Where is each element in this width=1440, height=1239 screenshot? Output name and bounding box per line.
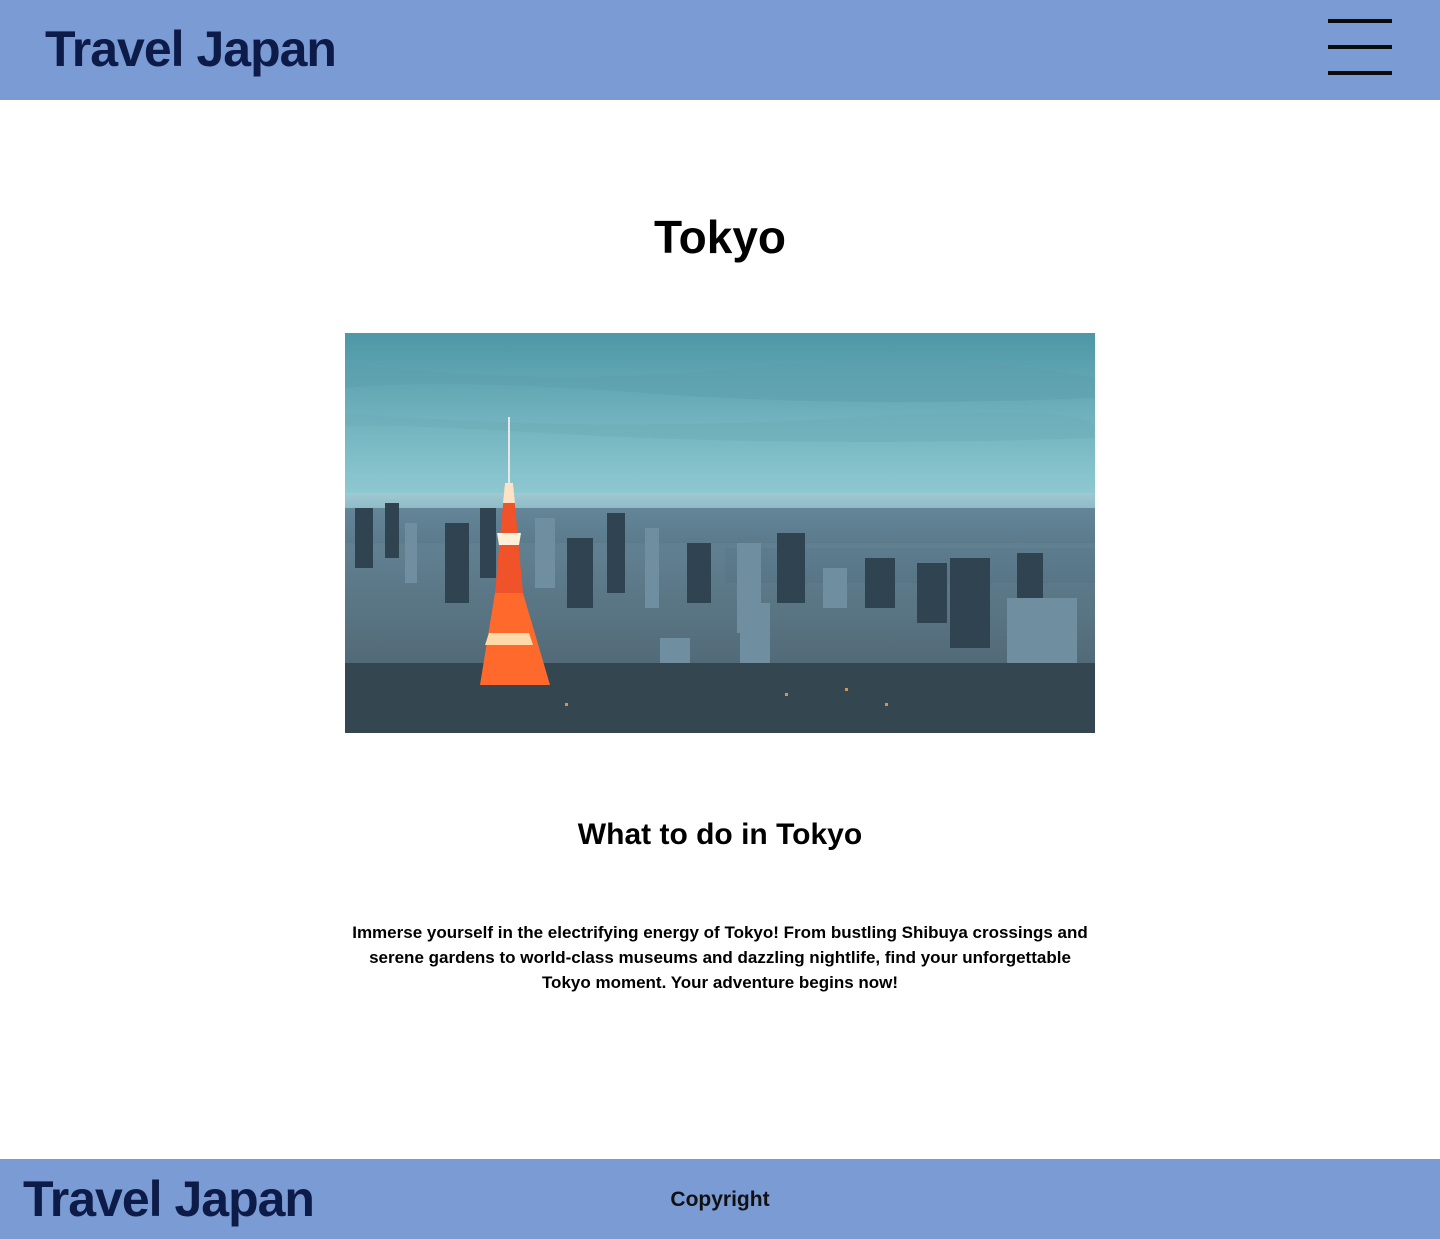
section-title: What to do in Tokyo: [577, 818, 863, 851]
tokyo-description: Immerse yourself in the electrifying ene…: [352, 923, 1088, 992]
menu-line: [1328, 19, 1392, 23]
site-footer: Travel Japan Copyright: [0, 1159, 1440, 1239]
tokyo-skyline-illustration: [345, 333, 1095, 733]
hamburger-menu-icon[interactable]: [1328, 18, 1392, 76]
tokyo-skyline-image: [345, 333, 1095, 733]
site-header: Travel Japan: [0, 0, 1440, 100]
menu-line: [1328, 71, 1392, 75]
menu-line: [1328, 45, 1392, 49]
site-title[interactable]: Travel Japan: [45, 18, 337, 80]
copyright-text: Copyright: [670, 1188, 770, 1211]
page-title: Tokyo: [653, 211, 787, 263]
